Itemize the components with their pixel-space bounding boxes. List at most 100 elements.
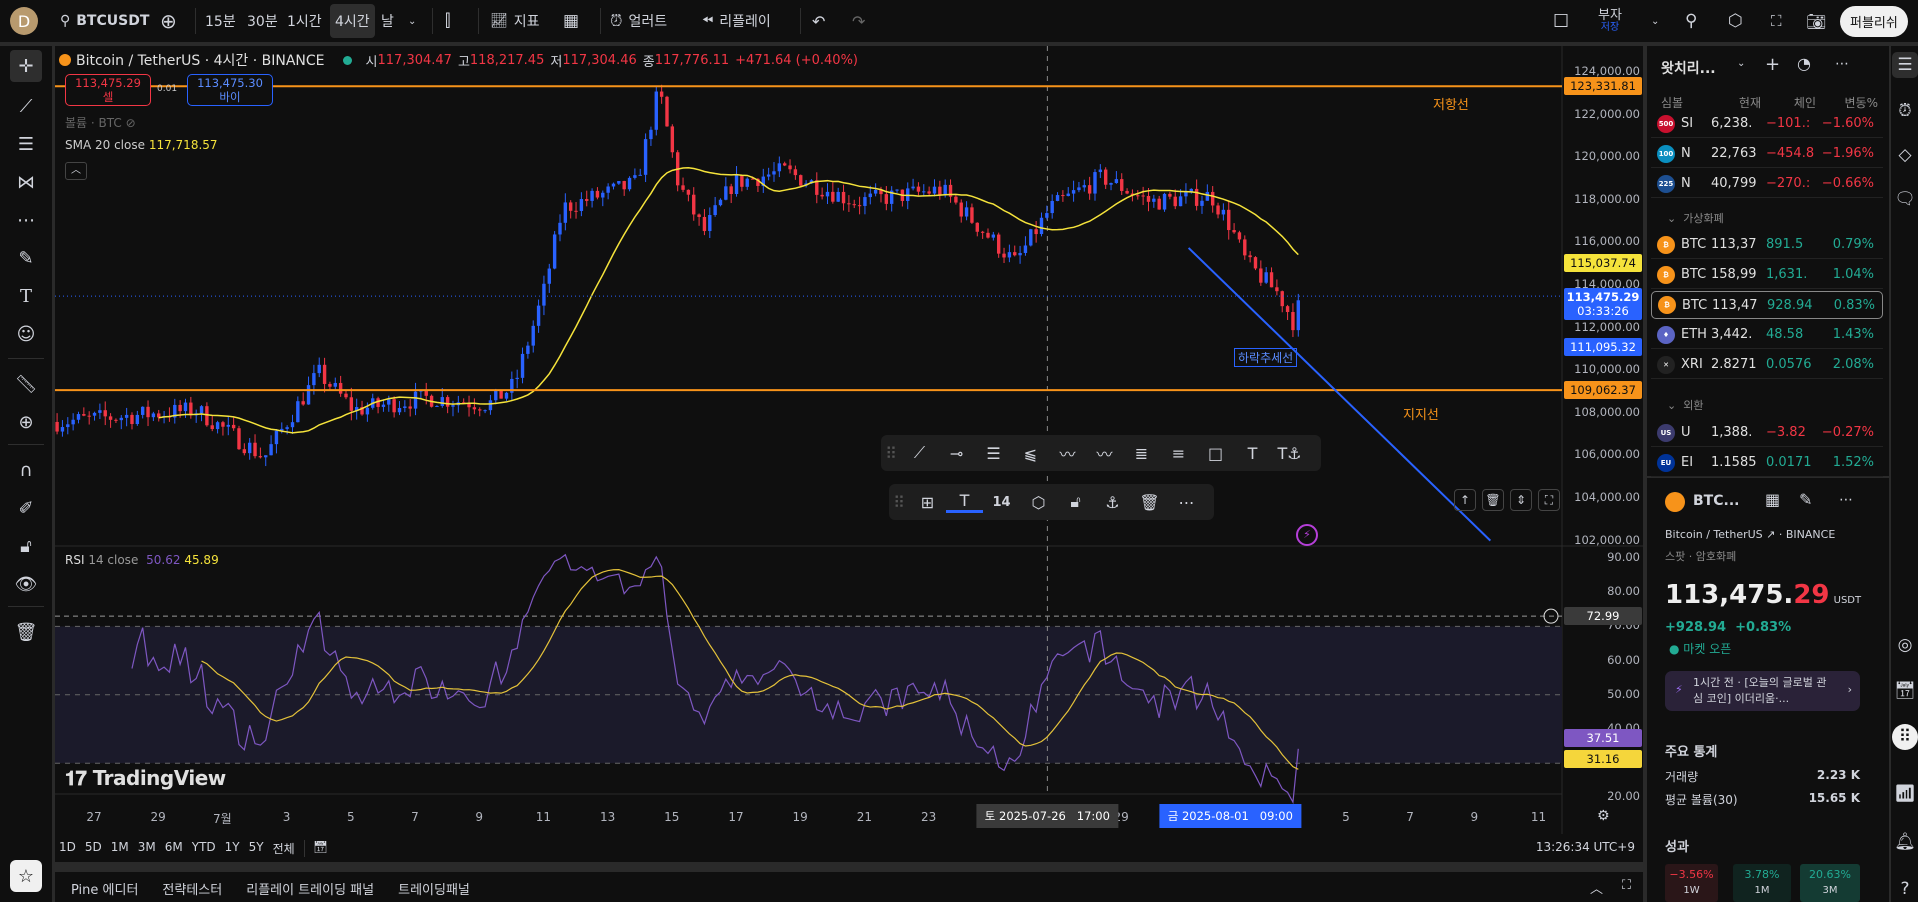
redo-icon[interactable]: ↷ [852,0,865,42]
interval-30m[interactable]: 30분 [247,0,278,42]
drag-handle-icon[interactable]: ⠿ [881,444,901,463]
section-crypto[interactable]: ⌄ 가상화폐 [1667,210,1724,226]
parallel-channel-icon[interactable]: ☰ [975,444,1012,463]
forecast-tool-icon[interactable]: ⋯ [10,204,42,236]
range-all[interactable]: 전체 [273,840,295,857]
range-1d[interactable]: 1D [59,840,76,857]
rectangle-icon[interactable]: □ [1197,444,1234,463]
range-1y[interactable]: 1Y [225,840,240,857]
trendline-label[interactable]: 하락추세선 [1234,348,1298,367]
volume-legend[interactable]: 볼륨 · BTC ⊘ [65,114,136,131]
tab-trading-panel[interactable]: 트레이딩패널 [398,879,470,898]
watchlist-row[interactable]: ₿ BTC 158,99 1,631. 1.04% [1651,261,1883,289]
range-6m[interactable]: 6M [165,840,183,857]
more-icon[interactable]: ⋯ [1168,493,1205,512]
delete-icon[interactable]: 🗑︎ [1131,493,1168,512]
drag-handle-icon[interactable]: ⠿ [889,493,909,512]
watchlist-row[interactable]: 100 N 22,763 −454.8 −1.96% [1651,140,1883,168]
expand-panel-icon[interactable]: ︿ [1590,878,1603,897]
trash-icon[interactable]: 🗑︎ [10,616,42,648]
range-ytd[interactable]: YTD [192,840,216,857]
zoom-in-icon[interactable]: ⊕ [10,406,42,438]
col-symbol[interactable]: 심볼 [1651,94,1711,111]
hidden-eye-icon[interactable]: ⊘ [126,116,136,130]
range-5d[interactable]: 5D [85,840,102,857]
watchlist-row[interactable]: US U 1,388. −3.82 −0.27% [1651,419,1883,447]
maximize-pane-button[interactable]: ⛶ [1538,489,1560,511]
tab-strategy-tester[interactable]: 전략테스터 [162,879,222,898]
chevron-down-icon[interactable]: ⌄ [408,0,416,42]
watchlist-row[interactable]: 500 SI 6,238. −101.: −1.60% [1651,110,1883,138]
alert-button[interactable]: ⏰︎ 얼러트 [610,0,667,42]
add-template-icon[interactable]: ⊞ [909,493,946,512]
perf-1w[interactable]: −3.56% 1W [1665,864,1718,902]
more-icon[interactable]: ⋯ [1839,492,1853,508]
trendline-icon[interactable]: ⟋ [901,443,938,463]
replay-button[interactable]: ⏪︎ 리플레이 [702,0,771,42]
perf-3m[interactable]: 20.63% 3M [1800,864,1860,902]
indicators-button[interactable]: 📈︎ 지표 [490,0,540,42]
text-icon[interactable]: T [1234,444,1271,463]
font-size-button[interactable]: 14 [983,495,1020,510]
apps-grid-icon[interactable]: ⠿ [1892,724,1918,750]
external-link-icon[interactable]: ↗ [1766,528,1775,541]
settings-gear-icon[interactable]: ⬡ [1728,0,1743,42]
move-pane-up-button[interactable]: ↑ [1454,489,1476,511]
camera-icon[interactable]: 📷︎ [1806,0,1826,42]
eye-icon[interactable]: 👁︎ [10,568,42,600]
grid-icon[interactable]: ▦ [1765,490,1780,509]
sma-legend[interactable]: SMA 20 close 117,718.57 [65,138,218,152]
edit-icon[interactable]: ✎ [1799,490,1812,509]
collapse-pane-button[interactable]: ⇕ [1510,489,1532,511]
delete-pane-button[interactable]: 🗑︎ [1482,489,1504,511]
publish-button[interactable]: 퍼블리쉬 [1840,5,1908,37]
rsi-legend[interactable]: RSI 14 close 50.62 45.89 [65,553,219,567]
fib-tool-icon[interactable]: ☰ [10,128,42,160]
add-symbol-icon[interactable]: ⊕ [160,0,177,42]
text-tool-icon[interactable]: T [10,280,42,312]
horizontal-ray-icon[interactable]: ⊸ [938,444,975,463]
fullscreen-icon[interactable]: ⛶ [1771,0,1782,42]
undo-icon[interactable]: ↶ [812,0,825,42]
unlock-icon[interactable]: 🔓︎ [1057,492,1094,512]
range-5y[interactable]: 5Y [249,840,264,857]
support-label[interactable]: 지지선 [1403,404,1439,423]
watchlist-row[interactable]: ₿ BTC 113,37 891.5 0.79% [1651,231,1883,259]
trendline-tool-icon[interactable]: ⟋ [10,90,42,122]
sell-button[interactable]: 113,475.29 셀 [65,74,151,106]
collapse-legend-button[interactable]: ︿ [65,162,87,180]
pie-chart-icon[interactable]: ◔ [1797,54,1811,73]
watchlist-title[interactable]: 왓치리... [1661,58,1716,78]
brush-tool-icon[interactable]: ✎ [10,242,42,274]
anchor-icon[interactable]: ⚓︎ [1094,493,1131,512]
section-fx[interactable]: ⌄ 외환 [1667,397,1703,413]
tab-replay-trading[interactable]: 리플레이 트레이딩 패널 [246,879,374,898]
range-3m[interactable]: 3M [138,840,156,857]
calendar-icon[interactable]: 📅︎ [1892,678,1918,704]
interval-1h[interactable]: 1시간 [287,0,322,42]
magnet-icon[interactable]: ∩ [10,454,42,486]
fib-extension-icon[interactable]: ≡ [1160,444,1197,463]
layout-square-icon[interactable]: ☐ [1553,0,1569,42]
symbol-title[interactable]: Bitcoin / TetherUS · 4시간 · BINANCE [76,50,325,70]
lightning-event-icon[interactable]: ⚡︎ [1296,524,1318,546]
interval-15m[interactable]: 15분 [205,0,236,42]
resistance-label[interactable]: 저항선 [1433,94,1469,113]
signal-feed-icon[interactable]: 📶︎ [1892,781,1918,807]
crosshair-icon[interactable]: ✛ [10,50,42,82]
col-change-pct[interactable]: 변동% [1816,94,1878,111]
chart-area[interactable]: Bitcoin / TetherUS · 4시간 · BINANCE 시 117,… [55,46,1643,836]
col-last[interactable]: 현재 [1711,94,1761,111]
notification-bell-icon[interactable]: 🔔︎ [1892,829,1918,855]
avatar[interactable]: D [10,7,38,35]
timezone-clock[interactable]: 13:26:34 UTC+9 [1536,840,1635,854]
alarm-clock-icon[interactable]: ⏰︎ [1892,98,1918,124]
axis-settings-icon[interactable]: ⚙︎ [1597,808,1610,824]
settings-hexagon-icon[interactable]: ⬡ [1020,493,1057,512]
chat-icon[interactable]: 🗨︎ [1892,186,1918,212]
candle-type-icon[interactable]: ⫿ [445,0,450,42]
watchlist-icon[interactable]: ☰ [1892,52,1918,78]
buy-button[interactable]: 113,475.30 바이 [187,74,273,106]
perf-1m[interactable]: 3.78% 1M [1733,864,1791,902]
emoji-icon[interactable]: ☺ [10,318,42,350]
